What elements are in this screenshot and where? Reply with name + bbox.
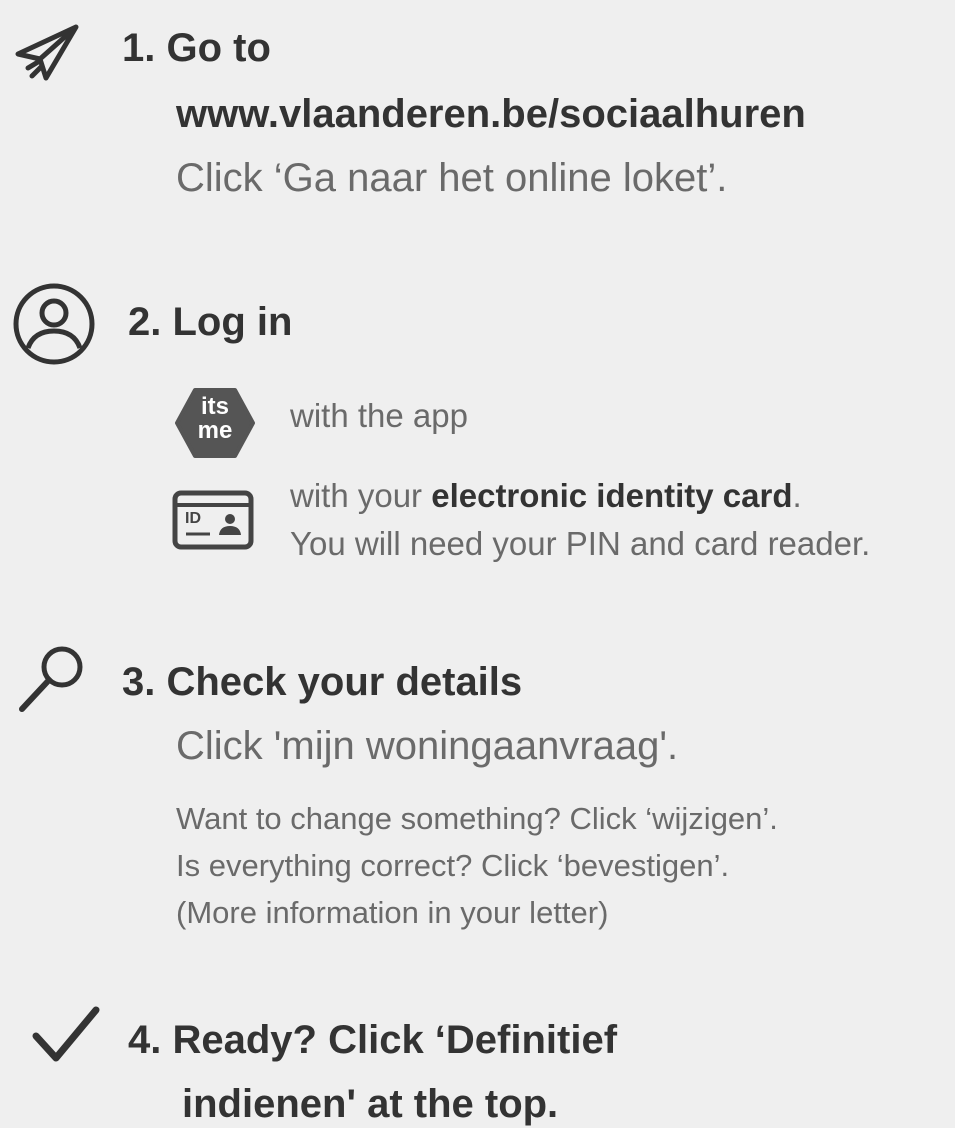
step-1-url[interactable]: www.vlaanderen.be/sociaalhuren — [176, 90, 806, 138]
checkmark-icon — [32, 1006, 100, 1062]
itsme-logo-bottom: me — [197, 417, 233, 444]
step-4-title-line-2: indienen' at the top. — [182, 1082, 559, 1126]
itsme-logo: its me — [175, 388, 255, 458]
id-card-label: ID — [185, 510, 201, 527]
app-login-text: with the app — [290, 397, 468, 434]
step-3-note-1: Want to change something? Click ‘wijzige… — [176, 801, 778, 836]
step-2-title: 2. Log in — [128, 300, 293, 344]
paper-plane-icon — [15, 24, 79, 81]
step-3-instruction: Click 'mijn woningaanvraag'. — [176, 724, 679, 768]
eid-prefix: with your — [290, 477, 432, 514]
id-card-icon: ID — [172, 490, 254, 550]
step-3-title: 3. Check your details — [122, 660, 523, 704]
step-4-title-line-1: 4. Ready? Click ‘Definitief — [128, 1018, 618, 1062]
step-1-instruction: Click ‘Ga naar het online loket’. — [176, 156, 728, 200]
eid-note: You will need your PIN and card reader. — [290, 525, 871, 562]
step-3-note-2: Is everything correct? Click ‘bevestigen… — [176, 848, 730, 883]
step-3-note-3: (More information in your letter) — [176, 895, 609, 930]
eid-bold: electronic identity card — [431, 477, 793, 514]
eid-login-text: with your electronic identity card. — [290, 474, 802, 518]
step-1-title: 1. Go to — [122, 26, 271, 70]
magnifier-icon — [19, 646, 83, 712]
eid-suffix: . — [792, 477, 802, 514]
user-circle-icon — [13, 283, 95, 365]
